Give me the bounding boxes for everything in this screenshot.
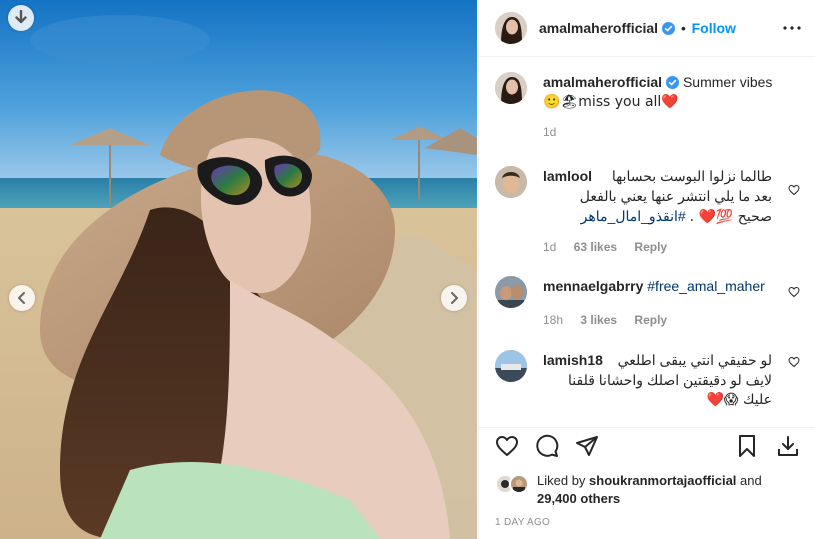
comment-meta: 18h 3 likes Reply xyxy=(543,310,772,330)
author-avatar-image xyxy=(495,12,527,44)
download-icon[interactable] xyxy=(776,434,800,458)
more-options-button[interactable] xyxy=(782,18,802,38)
caption-avatar-image xyxy=(495,72,527,104)
download-photo-button[interactable] xyxy=(8,5,34,31)
comment-avatar[interactable] xyxy=(495,350,527,382)
more-options-icon xyxy=(783,26,801,30)
likes-count[interactable]: 29,400 others xyxy=(537,491,620,506)
comment-username[interactable]: lamlool xyxy=(543,168,592,184)
caption-content: amalmaherofficial Summer vibes 🙂🏖miss yo… xyxy=(543,72,800,142)
caption-time[interactable]: 1d xyxy=(543,125,556,139)
comment-avatar[interactable] xyxy=(495,276,527,308)
comment-text-line3: عليك 😱❤️ xyxy=(706,392,773,408)
comment-text-line1: طالما نزلوا البوست بحسابها xyxy=(611,168,772,184)
post-timestamp[interactable]: 1 DAY AGO xyxy=(495,517,550,528)
comment-hashtag[interactable]: #free_amal_maher xyxy=(647,278,765,294)
caption-username[interactable]: amalmaherofficial xyxy=(543,74,662,90)
reply-button[interactable]: Reply xyxy=(634,240,667,254)
comment-row: lamish18 لو حقيقي انتي يبقى اطلعي لايف ل… xyxy=(495,350,800,426)
post-header: amalmaherofficial • Follow xyxy=(479,0,815,57)
post-photo[interactable] xyxy=(0,0,477,539)
comment-meta: 1d 63 likes Reply xyxy=(543,237,772,257)
comment-avatar[interactable] xyxy=(495,166,527,198)
comment-username[interactable]: mennaelgabrry xyxy=(543,278,643,294)
comment-row: lamlool طالما نزلوا البوست بحسابها بعد م… xyxy=(495,166,800,262)
caption-text-line2: 🙂🏖miss you all❤️ xyxy=(543,94,679,110)
comment-time[interactable]: 18h xyxy=(543,313,563,327)
reply-button[interactable]: Reply xyxy=(634,313,667,327)
follow-button[interactable]: Follow xyxy=(692,20,736,36)
comment-text-line2: لايف لو دقيقتين اصلك واحشانا قلقنا xyxy=(568,372,772,388)
comment-username[interactable]: lamish18 xyxy=(543,352,603,368)
comment-avatar-image xyxy=(495,276,527,308)
share-icon[interactable] xyxy=(575,434,599,458)
comment-avatar-image xyxy=(495,166,527,198)
author-username[interactable]: amalmaherofficial xyxy=(539,20,658,36)
comment-icon[interactable] xyxy=(535,434,559,458)
likes-text: Liked by shoukranmortajaofficial and 29,… xyxy=(537,472,800,508)
comment-likes[interactable]: 63 likes xyxy=(574,240,617,254)
verified-badge-icon xyxy=(662,21,676,35)
caption-meta: 1d xyxy=(543,122,800,142)
caption-avatar[interactable] xyxy=(495,72,527,104)
liker-avatar[interactable] xyxy=(509,474,529,494)
chevron-right-icon xyxy=(451,292,458,304)
comment-likes[interactable]: 3 likes xyxy=(580,313,617,327)
comment-row: mennaelgabrry #free_amal_maher 18h 3 lik… xyxy=(495,276,800,332)
download-icon xyxy=(15,10,27,24)
comment-text-line2: بعد ما يلي انتشر عنها يعني بالفعل xyxy=(579,188,772,204)
liked-by-and: and xyxy=(740,473,762,488)
next-photo-button[interactable] xyxy=(441,285,467,311)
liked-by-user[interactable]: shoukranmortajaofficial xyxy=(589,473,736,488)
chevron-left-icon xyxy=(18,292,25,304)
beach-photo-image xyxy=(0,0,477,539)
comment-like-heart-icon[interactable] xyxy=(788,356,800,368)
caption-row: amalmaherofficial Summer vibes 🙂🏖miss yo… xyxy=(495,72,800,156)
comment-text-line3: صحيح 💯❤️ . xyxy=(689,209,772,225)
comment-like-heart-icon[interactable] xyxy=(788,286,800,298)
caption-text: Summer vibes xyxy=(682,74,773,90)
comment-content: mennaelgabrry #free_amal_maher 18h 3 lik… xyxy=(543,276,772,330)
comment-content: lamlool طالما نزلوا البوست بحسابها بعد م… xyxy=(543,166,772,257)
author-avatar[interactable] xyxy=(495,12,527,44)
liked-by-prefix: Liked by xyxy=(537,473,586,488)
header-separator: • xyxy=(681,20,686,36)
save-icon[interactable] xyxy=(735,434,759,458)
comment-avatar-image xyxy=(495,350,527,382)
comment-like-heart-icon[interactable] xyxy=(788,184,800,196)
comment-text-line1: لو حقيقي انتي يبقى اطلعي xyxy=(617,352,772,368)
comment-content: lamish18 لو حقيقي انتي يبقى اطلعي لايف ل… xyxy=(543,350,772,410)
comment-hashtag[interactable]: #انقذو_امال_ماهر xyxy=(581,208,686,224)
post-sidebar: amalmaherofficial • Follow amalmaheroffi… xyxy=(478,0,815,539)
post-actions-bar xyxy=(479,427,815,467)
heart-icon[interactable] xyxy=(495,434,519,458)
comment-time[interactable]: 1d xyxy=(543,240,556,254)
liker-avatars xyxy=(495,474,531,494)
verified-badge-icon xyxy=(666,76,680,89)
liker-avatar-image xyxy=(511,476,527,492)
comments-list[interactable]: amalmaherofficial Summer vibes 🙂🏖miss yo… xyxy=(479,58,815,426)
previous-photo-button[interactable] xyxy=(9,285,35,311)
